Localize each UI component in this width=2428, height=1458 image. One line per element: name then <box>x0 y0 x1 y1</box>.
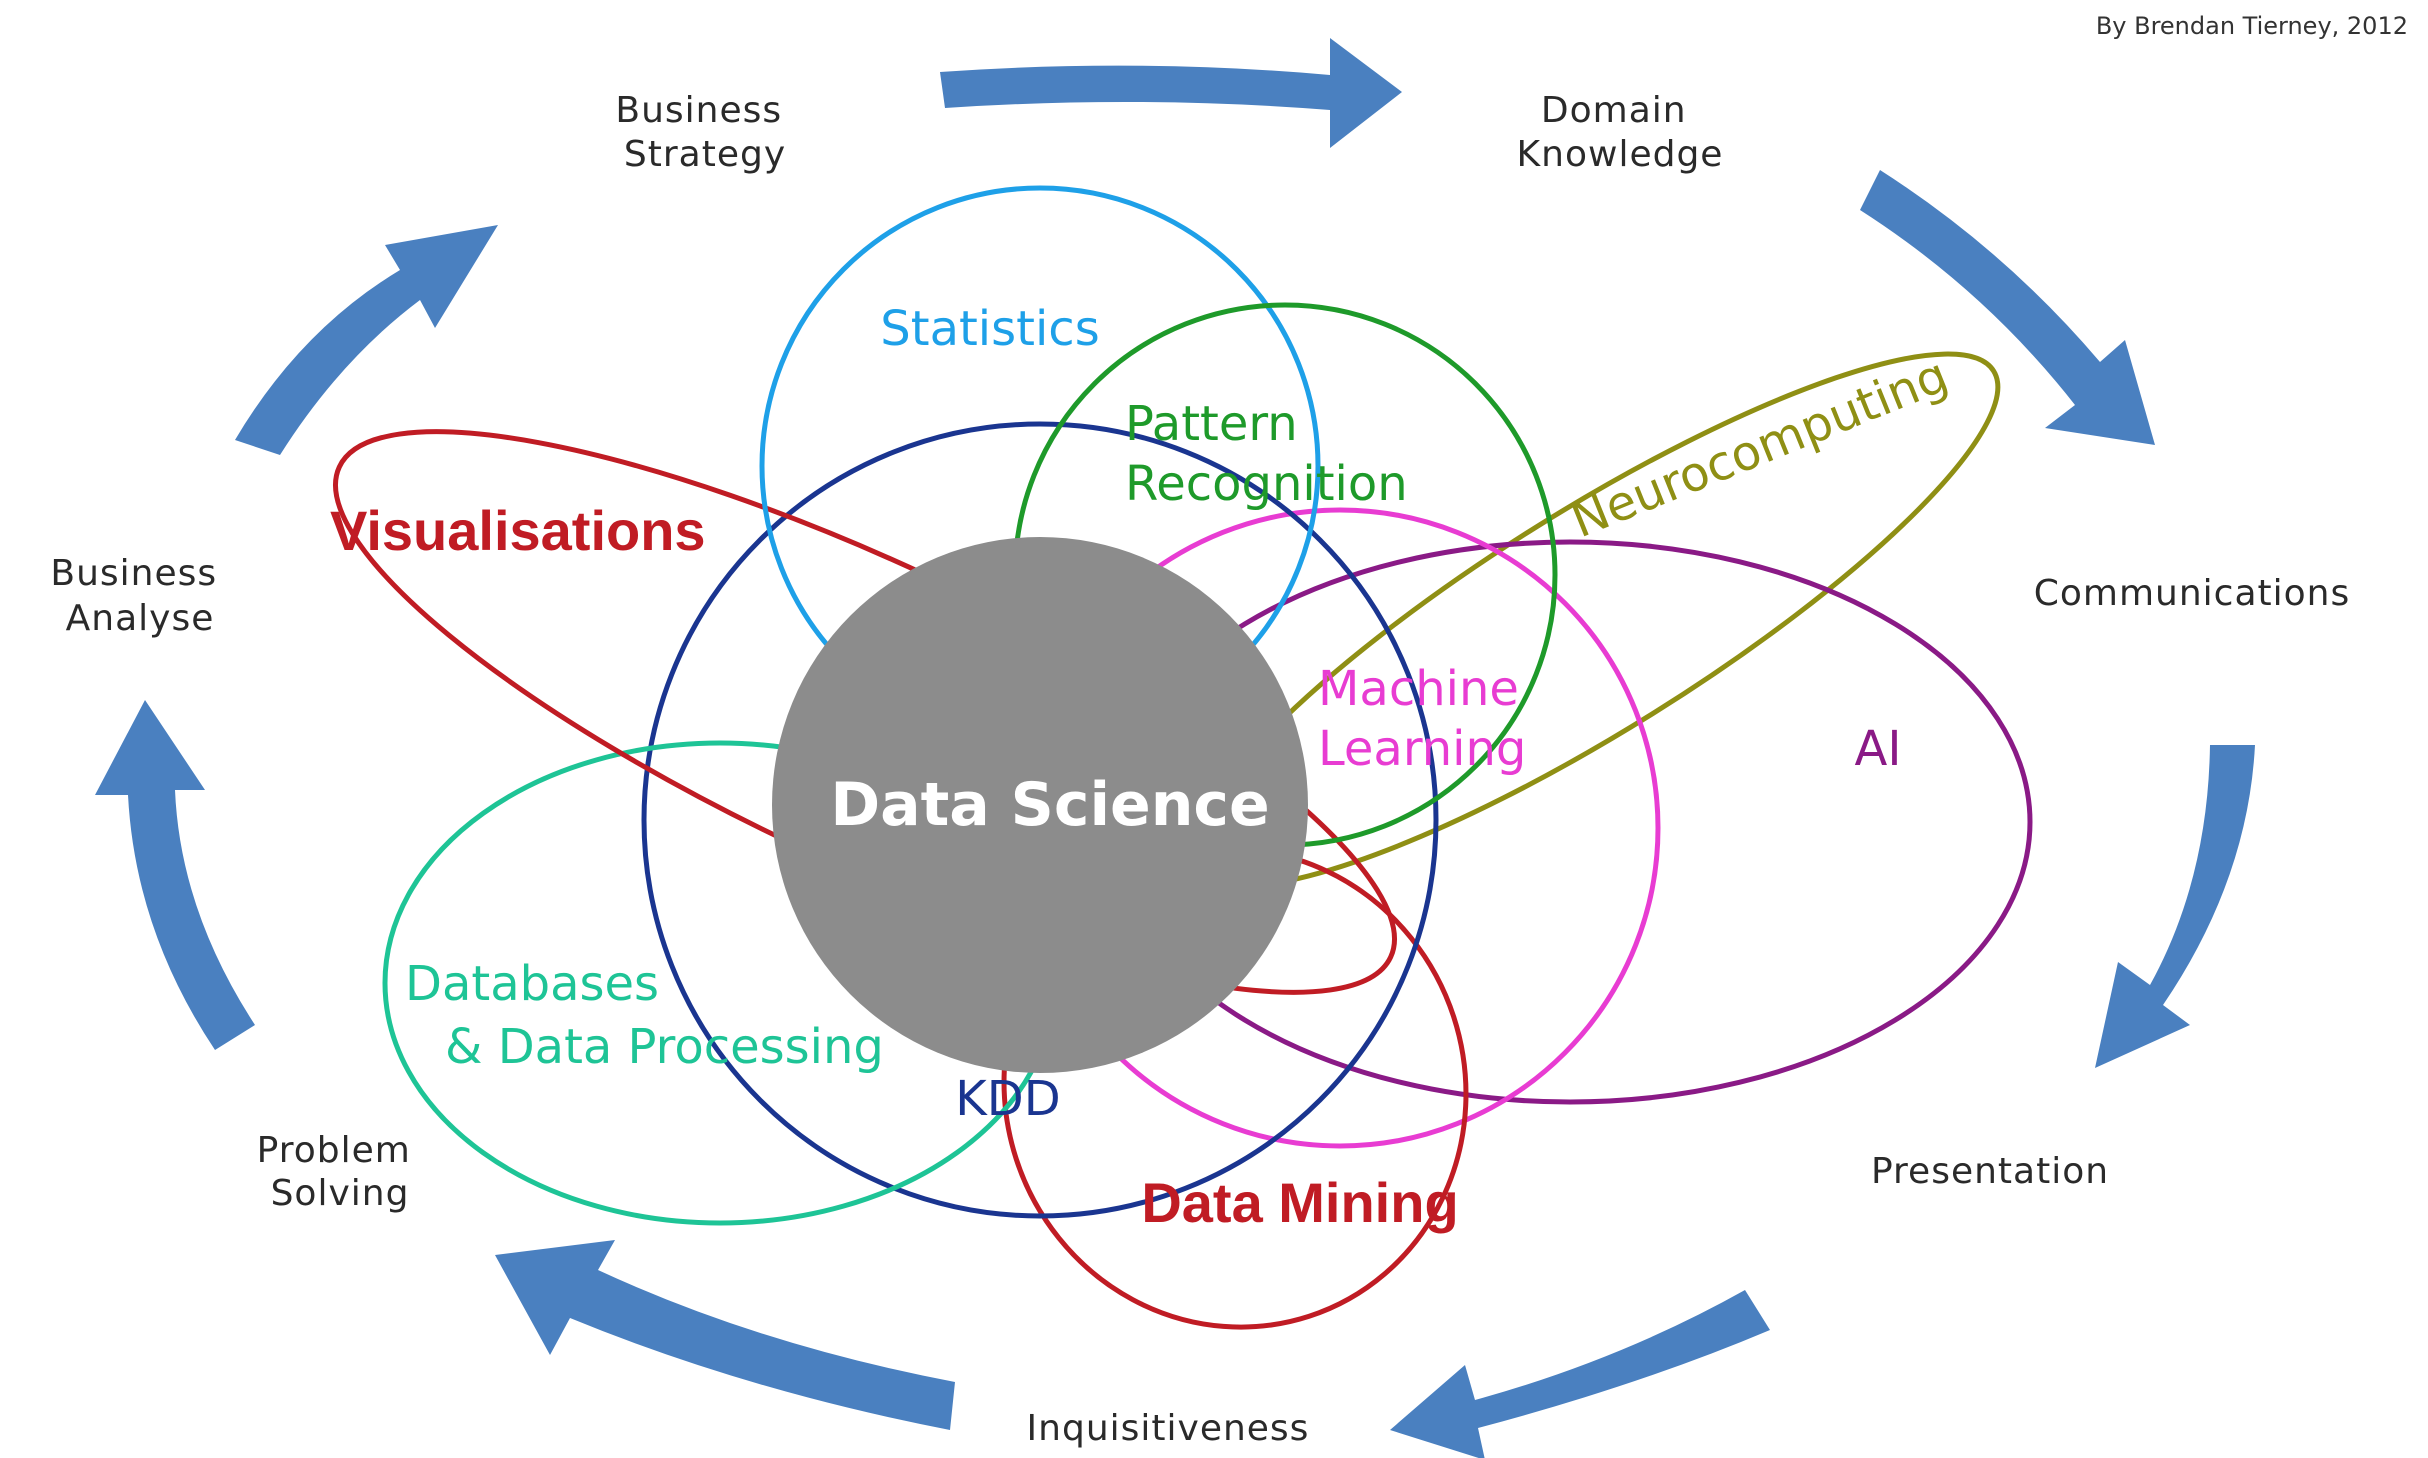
business-analyse-label-line1: Business <box>50 553 217 594</box>
statistics-label: Statistics <box>880 301 1099 357</box>
business-analyse-label: Business Analyse <box>50 553 229 639</box>
business-analyse-label-line2: Analyse <box>66 598 215 639</box>
machine-learning-label-line1: Machine <box>1318 661 1519 717</box>
arrow-business-analyse-to-strategy <box>235 225 498 455</box>
arrow-problem-solving-to-business-analyse <box>95 700 255 1050</box>
pattern-recognition-label-line1: Pattern <box>1125 396 1298 452</box>
databases-label-line2: & Data Processing <box>445 1019 884 1075</box>
data-science-label: Data Science <box>830 770 1269 840</box>
data-science-diagram: Data Science Statistics Pattern Recognit… <box>50 12 2408 1458</box>
presentation-label: Presentation <box>1871 1151 2109 1192</box>
business-strategy-label-line2: Strategy <box>624 134 786 175</box>
machine-learning-label: Machine Learning <box>1318 661 1534 777</box>
pattern-recognition-label-line2: Recognition <box>1125 456 1408 512</box>
machine-learning-label-line2: Learning <box>1318 721 1526 777</box>
arrow-communications-to-presentation <box>2095 745 2255 1068</box>
credit-text: By Brendan Tierney, 2012 <box>2096 12 2408 40</box>
domain-knowledge-label-line1: Domain <box>1541 90 1687 131</box>
domain-knowledge-label-line2: Knowledge <box>1517 134 1724 175</box>
problem-solving-label-line2: Solving <box>271 1173 410 1214</box>
communications-label: Communications <box>2034 573 2351 614</box>
pattern-recognition-label: Pattern Recognition <box>1125 396 1408 512</box>
arrow-inquisitiveness-to-problem-solving <box>495 1240 955 1430</box>
neurocomputing-label: Neurocomputing <box>1564 347 1956 549</box>
databases-label-line1: Databases <box>405 956 659 1012</box>
data-mining-label: Data Mining <box>1141 1171 1458 1234</box>
arrow-presentation-to-inquisitiveness <box>1390 1290 1770 1458</box>
ai-label: AI <box>1855 721 1902 777</box>
databases-label: Databases & Data Processing <box>405 956 884 1075</box>
business-strategy-label-line1: Business <box>615 90 782 131</box>
visualisations-label: Visualisations <box>330 499 706 562</box>
business-strategy-label: Business Strategy <box>615 90 794 175</box>
kdd-label: KDD <box>955 1071 1060 1127</box>
arrow-strategy-to-domain <box>940 38 1402 148</box>
problem-solving-label: Problem Solving <box>257 1130 424 1214</box>
inquisitiveness-label: Inquisitiveness <box>1027 1408 1310 1449</box>
problem-solving-label-line1: Problem <box>257 1130 411 1171</box>
domain-knowledge-label: Domain Knowledge <box>1517 90 1724 175</box>
